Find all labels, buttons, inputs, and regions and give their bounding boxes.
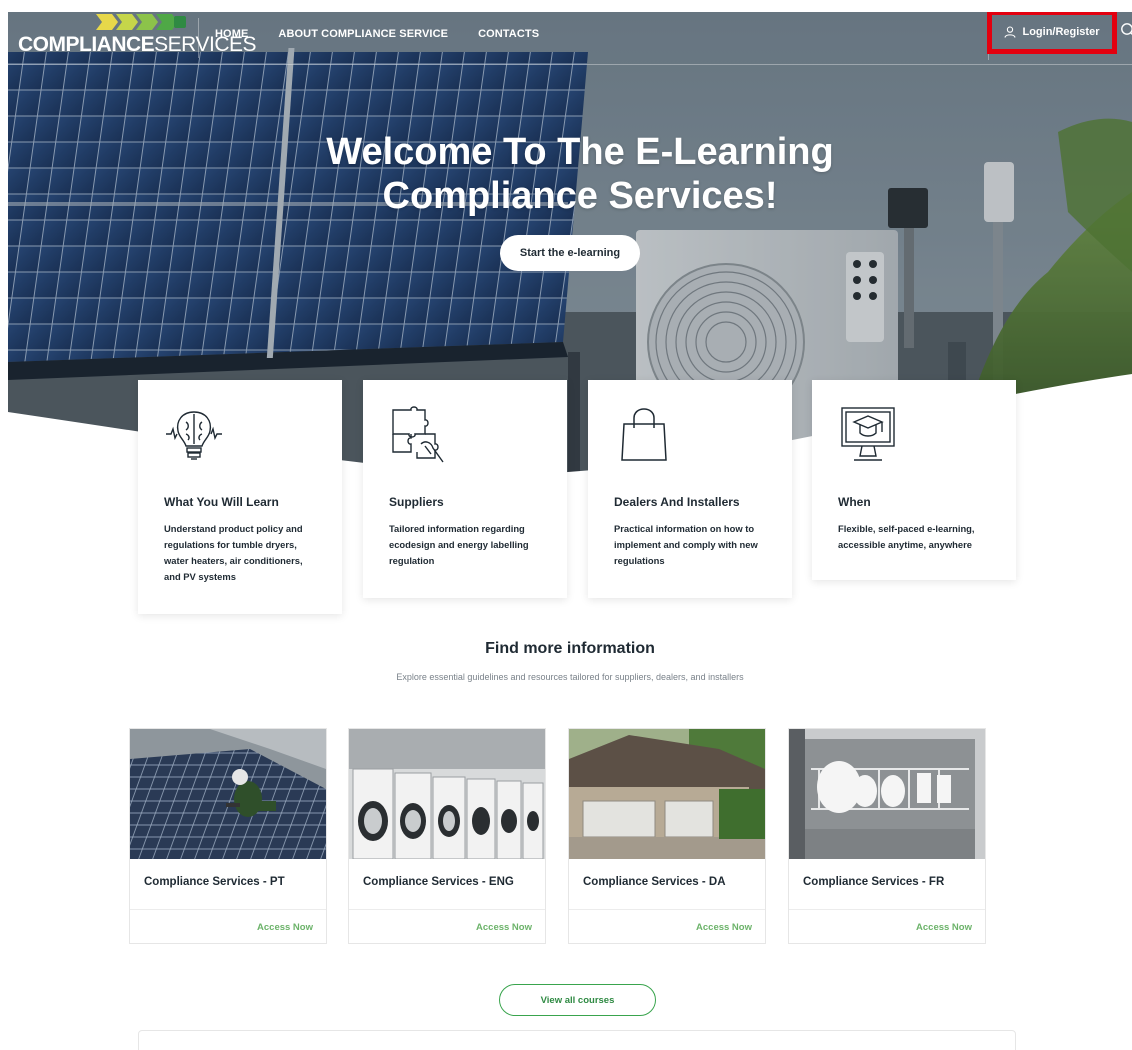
card-divider bbox=[130, 909, 326, 910]
view-all-courses-button[interactable]: View all courses bbox=[499, 984, 656, 1016]
monitor-graduation-icon bbox=[841, 407, 895, 461]
nav-home[interactable]: HOME bbox=[215, 28, 248, 40]
access-now-link[interactable]: Access Now bbox=[696, 922, 752, 933]
course-image-solar-installer bbox=[130, 729, 326, 859]
energy-arrows-icon bbox=[96, 14, 186, 30]
brain-lightbulb-icon bbox=[166, 411, 222, 460]
top-navigation: COMPLIANCESERVICES HOME ABOUT COMPLIANCE… bbox=[8, 12, 1132, 65]
login-register-button[interactable]: Login/Register bbox=[987, 12, 1117, 54]
feature-title: Dealers And Installers bbox=[614, 495, 740, 509]
hero-title-line2: Compliance Services! bbox=[382, 175, 778, 217]
course-card-da[interactable]: Compliance Services - DA Access Now bbox=[568, 728, 766, 944]
hero-title-line1: Welcome To The E-Learning bbox=[326, 131, 834, 173]
feature-description: Practical information on how to implemen… bbox=[614, 523, 758, 566]
course-title: Compliance Services - DA bbox=[583, 876, 726, 888]
access-now-link[interactable]: Access Now bbox=[916, 922, 972, 933]
feature-card-when: When Flexible, self-paced e-learning, ac… bbox=[812, 380, 1016, 580]
course-title: Compliance Services - FR bbox=[803, 876, 945, 888]
main-menu: HOME ABOUT COMPLIANCE SERVICE CONTACTS bbox=[215, 28, 539, 40]
start-elearning-button[interactable]: Start the e-learning bbox=[500, 235, 640, 271]
course-card-pt[interactable]: Compliance Services - PT Access Now bbox=[129, 728, 327, 944]
feature-description: Tailored information regarding ecodesign… bbox=[389, 523, 529, 566]
course-title: Compliance Services - PT bbox=[144, 876, 285, 888]
course-image-dishwasher bbox=[789, 729, 985, 859]
bottom-content-box bbox=[138, 1030, 1016, 1050]
feature-title: When bbox=[838, 495, 871, 509]
feature-card-suppliers: Suppliers Tailored information regarding… bbox=[363, 380, 567, 598]
nav-about[interactable]: ABOUT COMPLIANCE SERVICE bbox=[278, 28, 448, 40]
feature-card-dealers: Dealers And Installers Practical informa… bbox=[588, 380, 792, 598]
feature-title: Suppliers bbox=[389, 495, 444, 509]
course-card-eng[interactable]: Compliance Services - ENG Access Now bbox=[348, 728, 546, 944]
feature-title: What You Will Learn bbox=[164, 495, 279, 509]
feature-description: Understand product policy and regulation… bbox=[164, 523, 303, 582]
access-now-link[interactable]: Access Now bbox=[476, 922, 532, 933]
course-image-house-garage bbox=[569, 729, 765, 859]
access-now-link[interactable]: Access Now bbox=[257, 922, 313, 933]
page: COMPLIANCESERVICES HOME ABOUT COMPLIANCE… bbox=[8, 12, 1132, 1050]
course-card-fr[interactable]: Compliance Services - FR Access Now bbox=[788, 728, 986, 944]
hero-section: COMPLIANCESERVICES HOME ABOUT COMPLIANCE… bbox=[8, 12, 1132, 638]
puzzle-icon bbox=[392, 406, 444, 463]
course-image-washing-machines bbox=[349, 729, 545, 859]
hero-title: Welcome To The E-Learning Compliance Ser… bbox=[270, 130, 890, 218]
feature-card-learn: What You Will Learn Understand product p… bbox=[138, 380, 342, 614]
feature-description: Flexible, self-paced e-learning, accessi… bbox=[838, 523, 975, 550]
card-divider bbox=[569, 909, 765, 910]
user-icon bbox=[1004, 26, 1017, 38]
section-subtitle: Explore essential guidelines and resourc… bbox=[396, 672, 744, 682]
search-icon[interactable] bbox=[1120, 22, 1132, 38]
shopping-bag-icon bbox=[621, 408, 667, 461]
card-divider bbox=[789, 909, 985, 910]
brand-logo[interactable]: COMPLIANCESERVICES bbox=[18, 12, 256, 58]
card-divider bbox=[349, 909, 545, 910]
course-title: Compliance Services - ENG bbox=[363, 876, 514, 888]
nav-divider bbox=[198, 18, 199, 58]
nav-contacts[interactable]: CONTACTS bbox=[478, 28, 539, 40]
login-register-label: Login/Register bbox=[1022, 26, 1100, 38]
section-title: Find more information bbox=[485, 640, 655, 657]
